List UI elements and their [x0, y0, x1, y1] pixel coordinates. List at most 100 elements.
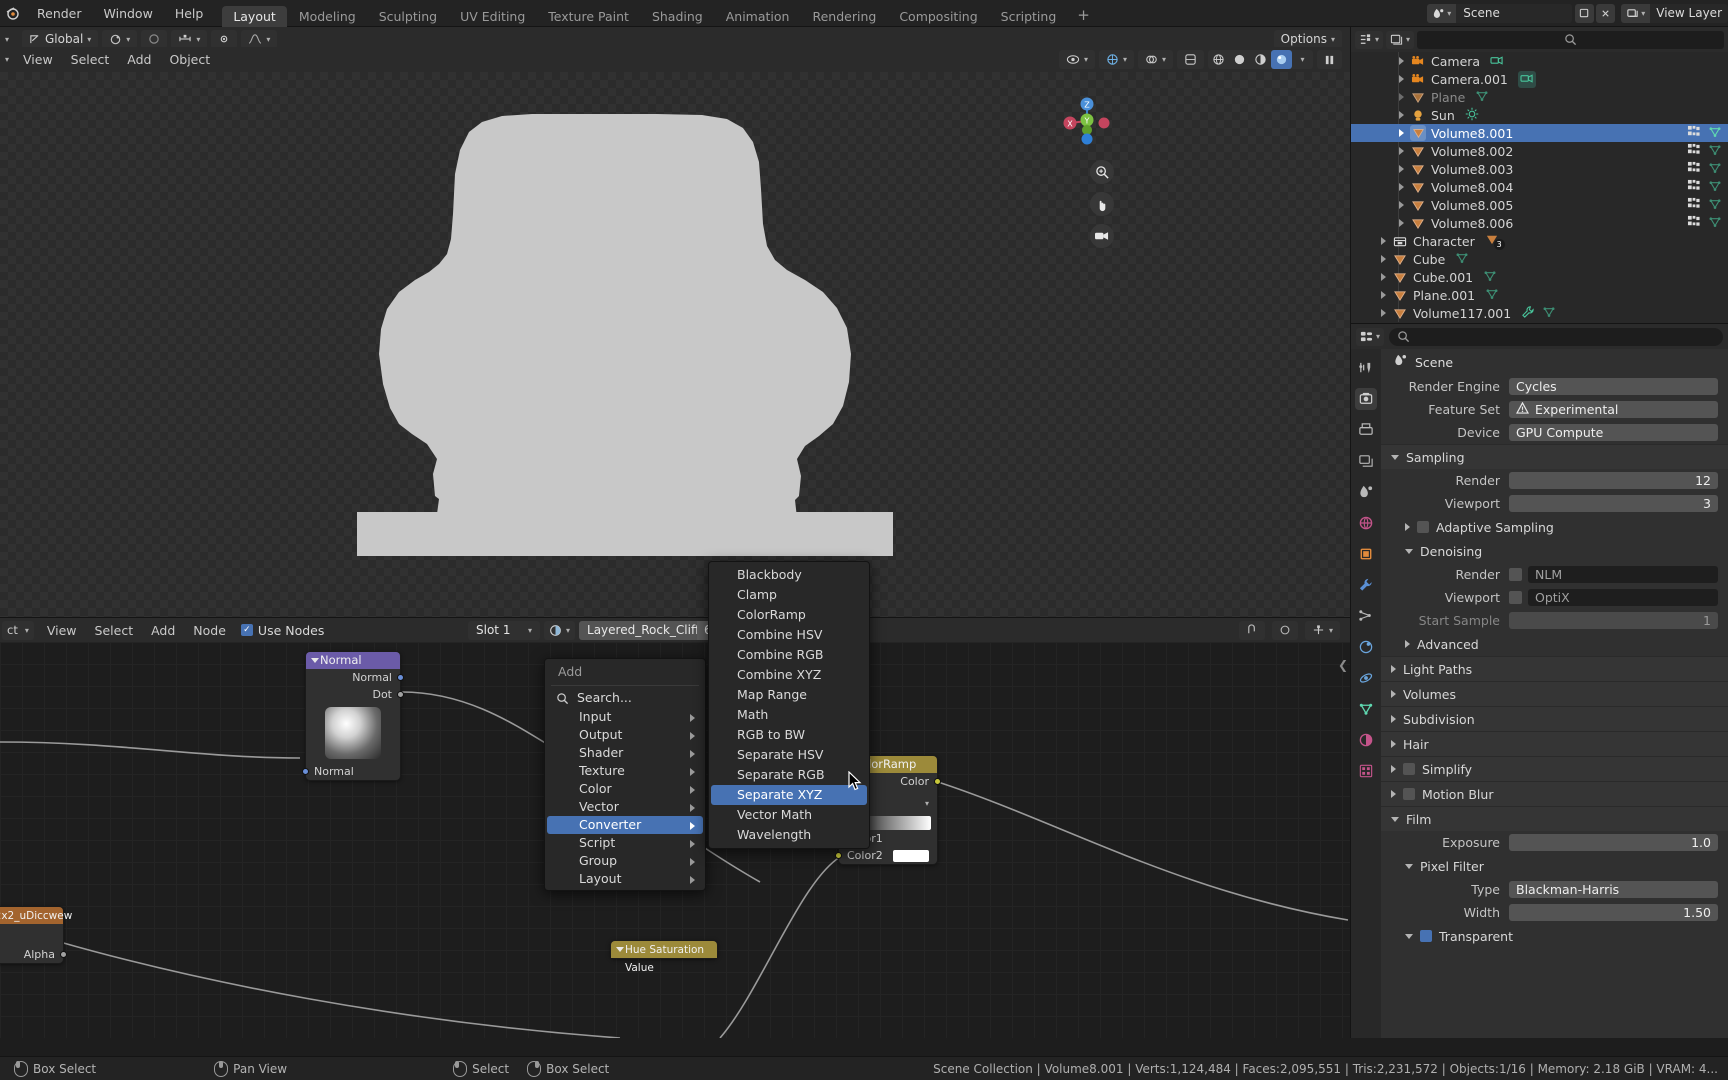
shading-wireframe-button[interactable] — [1208, 50, 1229, 69]
snap-magnet-toggle[interactable]: ▾ — [102, 29, 138, 49]
node-hsv-header[interactable]: Hue Saturation Value — [611, 941, 717, 974]
mesh-data-icon[interactable] — [1708, 197, 1722, 213]
outliner-row-volume8-004[interactable]: Volume8.004 — [1351, 178, 1728, 196]
tab-texture[interactable] — [1355, 760, 1377, 782]
converter-item-rgb-to-bw[interactable]: RGB to BW — [711, 725, 867, 745]
3d-viewport[interactable]: Z X Y — [0, 72, 1350, 617]
transparent-checkbox[interactable] — [1420, 930, 1432, 942]
tab-modifiers[interactable] — [1355, 574, 1377, 596]
node-image-header[interactable]: Cliff_2x2_uDiccwew — [0, 907, 72, 924]
properties-search-input[interactable] — [1389, 327, 1723, 346]
node-normal[interactable]: Normal Normal Dot Normal — [302, 651, 404, 781]
material-slot-dropdown[interactable]: Slot 1 ▾ — [468, 620, 540, 640]
converter-submenu[interactable]: Blackbody Clamp ColorRamp Combine HSV Co… — [708, 561, 870, 849]
workspace-tab-modeling[interactable]: Modeling — [288, 6, 367, 27]
modifier-icon[interactable] — [1687, 215, 1701, 231]
expand-triangle-icon[interactable] — [1399, 75, 1404, 83]
tab-particles[interactable] — [1355, 605, 1377, 627]
shading-dropdown-chevron[interactable]: ▾ — [1292, 50, 1313, 69]
expand-triangle-icon[interactable] — [1381, 273, 1386, 281]
expand-triangle-icon[interactable] — [1399, 57, 1404, 65]
node-snap-target-dropdown[interactable]: ▾ — [1304, 620, 1340, 640]
workspace-tab-rendering[interactable]: Rendering — [801, 6, 887, 27]
outliner-row-cube-001[interactable]: Cube.001 — [1351, 268, 1728, 286]
xray-toggle[interactable] — [1177, 50, 1204, 69]
node-collapse-icon[interactable] — [311, 658, 319, 663]
motion-blur-checkbox[interactable] — [1403, 788, 1415, 800]
node-hue-saturation-value[interactable]: Hue Saturation Value — [610, 940, 718, 974]
expand-triangle-icon[interactable] — [1399, 201, 1404, 209]
outliner-row-camera[interactable]: Camera — [1351, 52, 1728, 70]
converter-item-separate-rgb[interactable]: Separate RGB — [711, 765, 867, 785]
feature-set-row[interactable]: Feature Set Experimental — [1381, 398, 1728, 421]
tab-constraints[interactable] — [1355, 667, 1377, 689]
modifier-icon[interactable] — [1687, 197, 1701, 213]
sampling-viewport-field[interactable]: 3 — [1509, 495, 1718, 512]
outliner-panel[interactable]: ▾ ▾ Camera Camera.001 Plane Sun Volume8.… — [1350, 27, 1728, 323]
mesh-data-icon[interactable] — [1542, 305, 1556, 321]
blender-logo-icon[interactable] — [0, 0, 26, 27]
workspace-tab-animation[interactable]: Animation — [715, 6, 801, 27]
tab-material[interactable] — [1355, 729, 1377, 751]
workspace-tab-scripting[interactable]: Scripting — [990, 6, 1068, 27]
expand-triangle-icon[interactable] — [1399, 183, 1404, 191]
properties-tab-strip[interactable] — [1351, 349, 1381, 1038]
filter-type-row[interactable]: Type Blackman-Harris — [1381, 878, 1728, 901]
outliner-row-volume8-003[interactable]: Volume8.003 — [1351, 160, 1728, 178]
outliner-row-volume8-001[interactable]: Volume8.001 — [1351, 124, 1728, 142]
socket-dot-out[interactable] — [397, 691, 404, 698]
add-menu-item-output[interactable]: Output — [547, 726, 703, 744]
denoise-render-dropdown[interactable]: NLM — [1528, 566, 1718, 583]
add-menu-item-texture[interactable]: Texture — [547, 762, 703, 780]
modifier-icon[interactable] — [1687, 179, 1701, 195]
node-snap-magnet-toggle[interactable] — [1271, 620, 1298, 640]
device-row[interactable]: Device GPU Compute — [1381, 421, 1728, 444]
tab-render[interactable] — [1355, 388, 1377, 410]
converter-item-map-range[interactable]: Map Range — [711, 685, 867, 705]
hair-panel-header[interactable]: Hair — [1381, 731, 1728, 756]
outliner-row-sun[interactable]: Sun — [1351, 106, 1728, 124]
visibility-dropdown[interactable]: ▾ — [1058, 50, 1095, 69]
modifier-icon[interactable] — [1687, 161, 1701, 177]
add-menu-search-item[interactable]: Search... — [545, 688, 705, 708]
scene-name-field[interactable]: Scene — [1456, 4, 1573, 23]
simplify-checkbox[interactable] — [1403, 763, 1415, 775]
outliner-row-volume8-006[interactable]: Volume8.006 — [1351, 214, 1728, 232]
expand-triangle-icon[interactable] — [1399, 165, 1404, 173]
shading-solid-button[interactable] — [1229, 50, 1250, 69]
outliner-row-volume117-001[interactable]: Volume117.001 — [1351, 304, 1728, 322]
expand-triangle-icon[interactable] — [1381, 255, 1386, 263]
unlink-scene-button[interactable] — [1596, 4, 1616, 23]
viewport-options-dropdown[interactable]: Options ▾ — [1273, 29, 1342, 49]
mesh-data-icon[interactable] — [1455, 251, 1469, 267]
shading-material-preview-button[interactable] — [1250, 50, 1271, 69]
expand-triangle-icon[interactable] — [1399, 111, 1404, 119]
light-data-icon[interactable] — [1465, 107, 1479, 124]
snap-node-button[interactable] — [1238, 620, 1265, 640]
node-normal-header[interactable]: Normal — [306, 652, 400, 669]
light-paths-panel-header[interactable]: Light Paths — [1381, 656, 1728, 681]
workspace-tab-compositing[interactable]: Compositing — [888, 6, 988, 27]
pause-render-button[interactable] — [1317, 50, 1342, 69]
add-menu-item-vector[interactable]: Vector — [547, 798, 703, 816]
viewport-menu-view[interactable]: View — [14, 47, 62, 72]
editor-type-icon[interactable]: ▾ — [0, 35, 14, 44]
add-menu-item-converter[interactable]: Converter — [547, 816, 703, 834]
transparent-row[interactable]: Transparent — [1381, 924, 1728, 948]
subdivision-panel-header[interactable]: Subdivision — [1381, 706, 1728, 731]
mesh-data-icon[interactable] — [1483, 269, 1497, 285]
camera-view-icon[interactable] — [1090, 224, 1114, 248]
sidebar-collapse-arrow-icon[interactable]: ❮ — [1338, 658, 1348, 672]
add-menu-item-shader[interactable]: Shader — [547, 744, 703, 762]
scene-selector[interactable]: ▾ Scene — [1427, 4, 1573, 23]
node-collapse-icon[interactable] — [616, 947, 624, 952]
converter-item-clamp[interactable]: Clamp — [711, 585, 867, 605]
socket-normal-out[interactable] — [397, 674, 404, 681]
workspace-tab-layout[interactable]: Layout — [222, 5, 287, 27]
workspace-tab-shading[interactable]: Shading — [641, 6, 714, 27]
expand-triangle-icon[interactable] — [1381, 291, 1386, 299]
render-engine-dropdown[interactable]: Cycles — [1509, 378, 1718, 395]
advanced-row[interactable]: Advanced — [1381, 632, 1728, 656]
volumes-panel-header[interactable]: Volumes — [1381, 681, 1728, 706]
mesh-data-icon[interactable] — [1708, 215, 1722, 231]
